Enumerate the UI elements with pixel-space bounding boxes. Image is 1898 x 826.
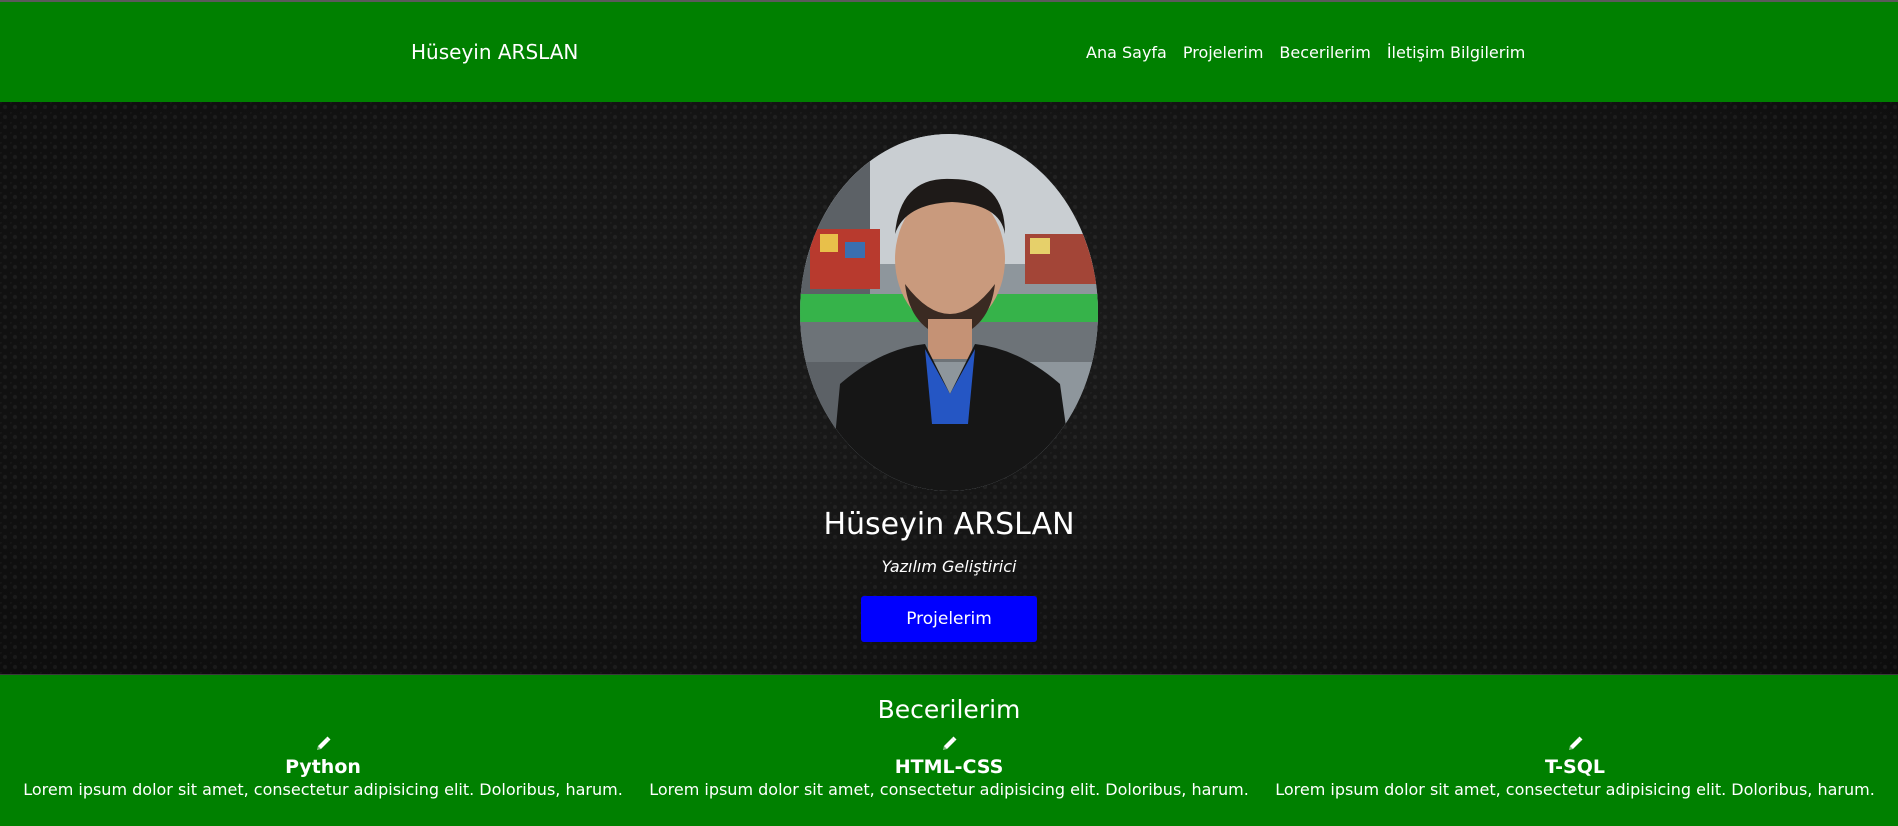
skills-section: Becerilerim Python Lorem ipsum dolor sit… <box>0 675 1898 826</box>
nav-link-projects[interactable]: Projelerim <box>1183 43 1264 62</box>
projects-button[interactable]: Projelerim <box>861 596 1037 642</box>
avatar <box>800 134 1098 491</box>
profile-photo <box>800 134 1098 491</box>
hero-name: Hüseyin ARSLAN <box>823 507 1075 542</box>
nav-link-skills[interactable]: Becerilerim <box>1279 43 1370 62</box>
pencil-icon <box>943 736 957 750</box>
skill-item-python: Python Lorem ipsum dolor sit amet, conse… <box>10 735 636 801</box>
skills-title: Becerilerim <box>877 695 1021 724</box>
skill-title: Python <box>285 756 361 778</box>
nav-menu: Ana Sayfa Projelerim Becerilerim İletişi… <box>1086 43 1525 62</box>
pencil-icon <box>317 736 331 750</box>
pencil-icon <box>1569 736 1583 750</box>
skill-desc: Lorem ipsum dolor sit amet, consectetur … <box>1275 780 1875 799</box>
skill-desc: Lorem ipsum dolor sit amet, consectetur … <box>649 780 1249 799</box>
skill-title: T-SQL <box>1545 756 1605 778</box>
skill-item-html-css: HTML-CSS Lorem ipsum dolor sit amet, con… <box>636 735 1262 801</box>
skill-item-t-sql: T-SQL Lorem ipsum dolor sit amet, consec… <box>1262 735 1888 801</box>
brand-link[interactable]: Hüseyin ARSLAN <box>411 40 578 64</box>
nav-link-home[interactable]: Ana Sayfa <box>1086 43 1167 62</box>
navbar: Hüseyin ARSLAN Ana Sayfa Projelerim Bece… <box>0 2 1898 102</box>
skill-desc: Lorem ipsum dolor sit amet, consectetur … <box>23 780 623 799</box>
hero-role: Yazılım Geliştirici <box>881 557 1017 576</box>
hero-section: Hüseyin ARSLAN Yazılım Geliştirici Proje… <box>0 102 1898 675</box>
skill-title: HTML-CSS <box>894 756 1004 778</box>
nav-link-contact[interactable]: İletişim Bilgilerim <box>1387 43 1526 62</box>
